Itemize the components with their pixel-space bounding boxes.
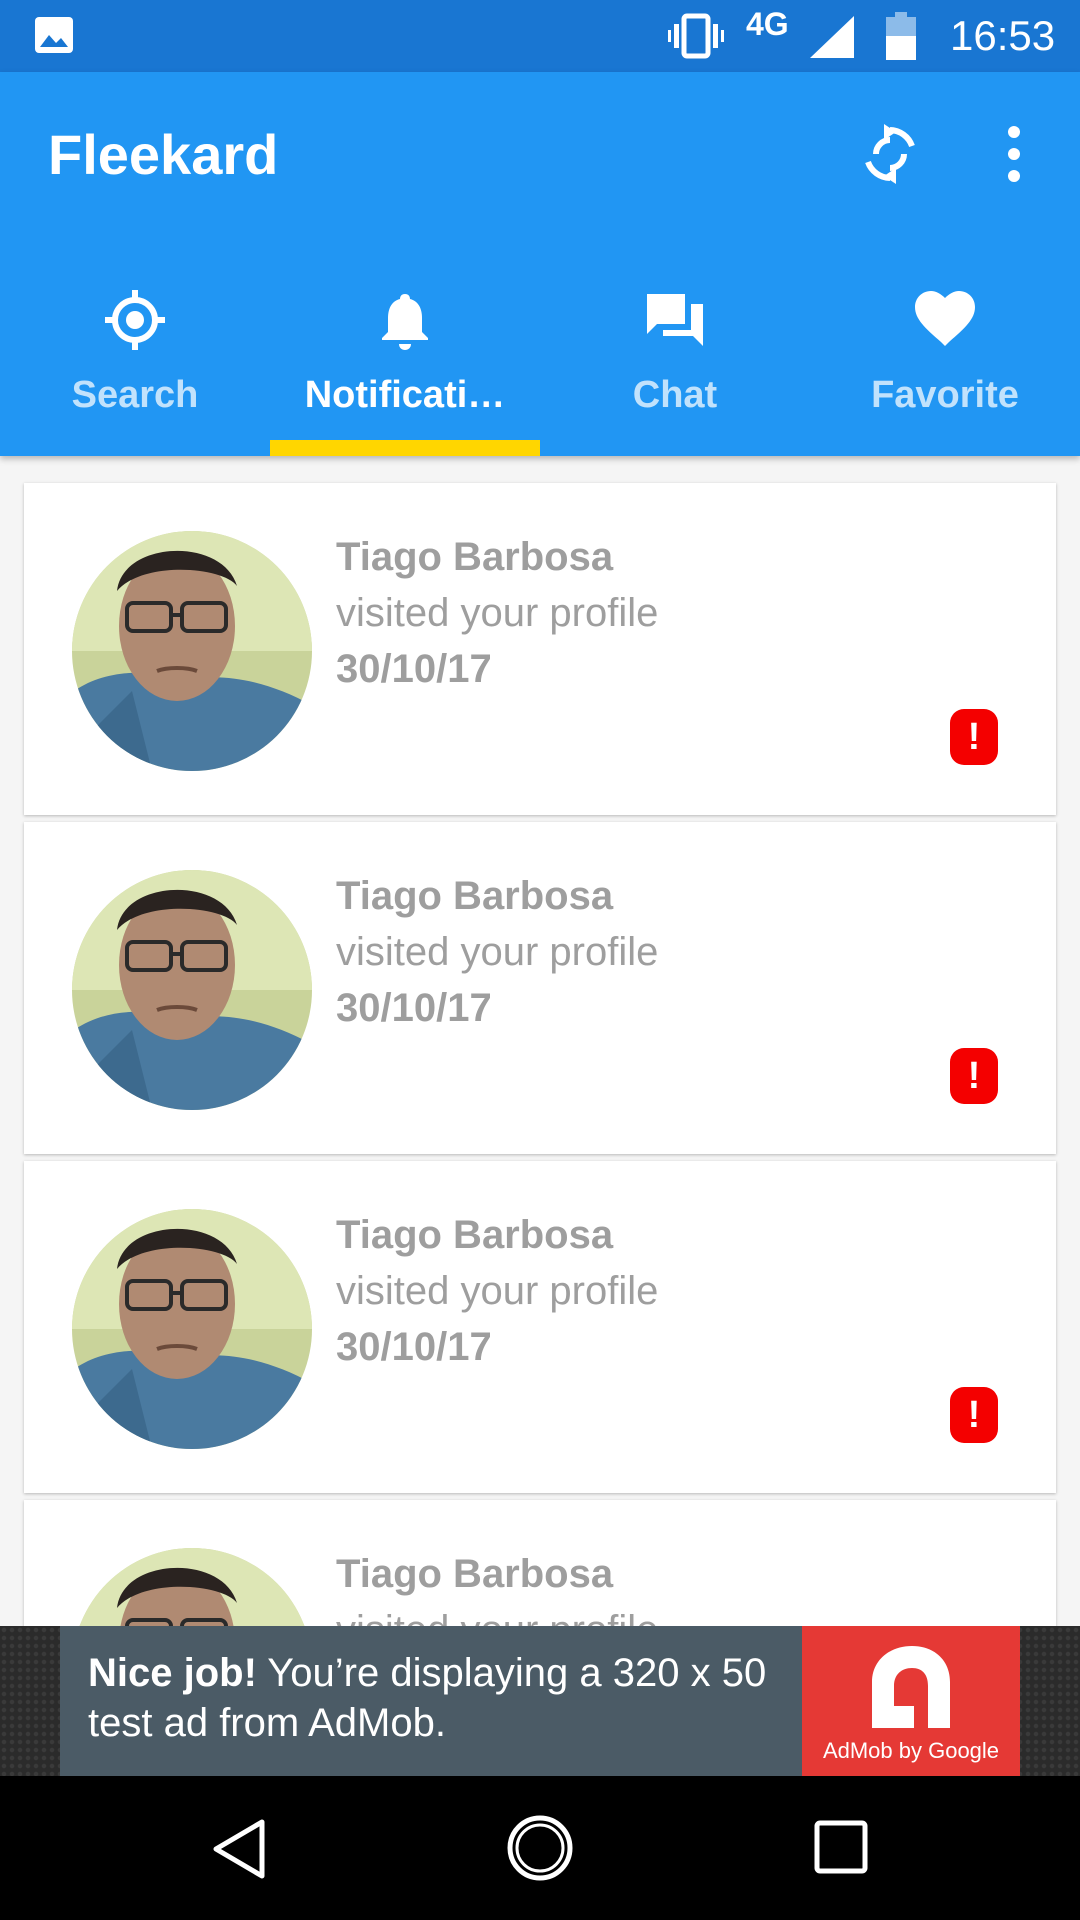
tab-search[interactable]: Search (0, 262, 270, 456)
back-icon[interactable] (208, 1816, 272, 1882)
avatar (72, 1548, 312, 1626)
tab-label: Chat (632, 374, 718, 416)
notification-card[interactable]: Tiago Barbosa visited your profile (24, 1500, 1056, 1626)
recent-apps-icon[interactable] (814, 1820, 868, 1874)
admob-icon (872, 1646, 950, 1728)
system-nav-bar (0, 1776, 1080, 1920)
network-type: 4G (746, 6, 789, 42)
notification-list[interactable]: Tiago Barbosa visited your profile 30/10… (0, 456, 1080, 1626)
chat-icon (647, 294, 703, 346)
bell-icon (382, 294, 428, 350)
notification-name: Tiago Barbosa (336, 1552, 614, 1596)
notification-name: Tiago Barbosa (336, 1213, 614, 1257)
image-notification-icon (35, 17, 73, 53)
signal-icon (810, 16, 854, 58)
refresh-icon[interactable] (858, 122, 922, 186)
admob-logo[interactable]: AdMob by Google (802, 1626, 1020, 1776)
avatar (72, 1209, 312, 1449)
clock: 16:53 (950, 12, 1056, 59)
tab-indicator (270, 440, 540, 456)
ad-brand: AdMob by Google (822, 1738, 1000, 1763)
app-title: Fleekard (48, 123, 279, 186)
notification-card[interactable]: Tiago Barbosa visited your profile 30/10… (24, 1161, 1056, 1493)
alert-icon: ! (950, 709, 998, 765)
target-icon (105, 290, 165, 350)
notification-action: visited your profile (336, 1269, 659, 1313)
notification-action: visited your profile (336, 591, 659, 635)
tab-label: Favorite (871, 374, 1019, 416)
notification-date: 30/10/17 (336, 1325, 492, 1369)
tab-label: Notificati… (304, 374, 506, 416)
ad-text: Nice job! You’re displaying a 320 x 50 t… (88, 1648, 788, 1748)
avatar (72, 531, 312, 771)
notification-action: visited your profile (336, 930, 659, 974)
heart-icon (915, 291, 975, 346)
notification-date: 30/10/17 (336, 647, 492, 691)
app-bar: Fleekard Search Notificati… Chat Favorit… (0, 72, 1080, 456)
avatar (72, 870, 312, 1110)
tab-label: Search (71, 374, 199, 416)
ad-banner[interactable]: Nice job! You’re displaying a 320 x 50 t… (0, 1626, 1080, 1776)
vibrate-icon (668, 13, 724, 59)
tab-bar: Search Notificati… Chat Favorite (0, 262, 1080, 456)
ad-headline: Nice job! (88, 1651, 257, 1695)
notification-date: 30/10/17 (336, 986, 492, 1030)
notification-card[interactable]: Tiago Barbosa visited your profile 30/10… (24, 483, 1056, 815)
notification-name: Tiago Barbosa (336, 874, 614, 918)
alert-icon: ! (950, 1048, 998, 1104)
home-icon[interactable] (506, 1814, 574, 1882)
tab-favorite[interactable]: Favorite (810, 262, 1080, 456)
tab-chat[interactable]: Chat (540, 262, 810, 456)
battery-icon (886, 12, 916, 60)
notification-name: Tiago Barbosa (336, 535, 614, 579)
tab-notifications[interactable]: Notificati… (270, 262, 540, 456)
alert-icon: ! (950, 1387, 998, 1443)
status-bar: 4G 16:53 (0, 0, 1080, 72)
more-options-icon[interactable] (990, 122, 1038, 186)
ad-content[interactable]: Nice job! You’re displaying a 320 x 50 t… (60, 1626, 802, 1776)
notification-card[interactable]: Tiago Barbosa visited your profile 30/10… (24, 822, 1056, 1154)
notification-action: visited your profile (336, 1608, 658, 1626)
